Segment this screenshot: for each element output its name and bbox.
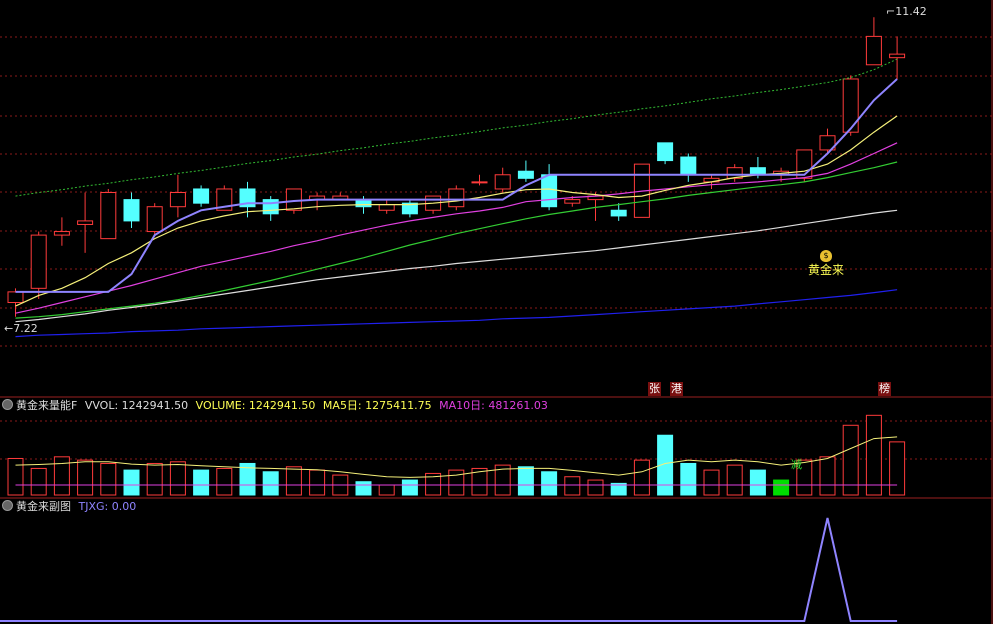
volume-bar xyxy=(865,414,882,496)
candle-body xyxy=(146,206,163,233)
volume-panel-header: 黄金来量能F VVOL: 1242941.50 VOLUME: 1242941.… xyxy=(2,399,548,413)
signal-label: $ 黄金来 xyxy=(808,250,844,277)
candle-body xyxy=(564,199,581,204)
signal-text: 黄金来 xyxy=(808,263,845,277)
volume-label: VOLUME: 1242941.50 xyxy=(195,399,316,412)
volume-bar xyxy=(77,459,94,496)
volume-bar xyxy=(401,479,418,496)
candle-body xyxy=(680,156,697,176)
volume-bar xyxy=(633,459,650,496)
stock-chart[interactable] xyxy=(0,0,993,624)
candle-body xyxy=(749,167,766,176)
volume-panel-name[interactable]: 黄金来量能F xyxy=(16,399,77,412)
vvol-label: VVOL: 1242941.50 xyxy=(84,399,189,412)
volume-bar xyxy=(7,457,24,496)
volume-bar xyxy=(541,471,558,496)
volume-bar xyxy=(726,464,743,496)
volume-bar xyxy=(773,479,790,496)
gear-icon[interactable] xyxy=(2,500,13,511)
candle-body xyxy=(657,142,674,162)
tjxg-label: TJXG: 0.00 xyxy=(78,500,137,513)
tjxg-line xyxy=(0,517,898,622)
volume-bar xyxy=(30,467,47,496)
candle-body xyxy=(378,204,395,211)
candle-body xyxy=(889,53,906,59)
candle-body xyxy=(7,291,24,304)
marker-bang: 榜 xyxy=(878,382,891,396)
volume-bar xyxy=(819,456,836,496)
volume-bar xyxy=(123,469,140,496)
high-price-label: ⌐11.42 xyxy=(886,5,927,18)
volume-bar xyxy=(587,479,604,496)
candle-body xyxy=(53,231,70,236)
volume-bar xyxy=(169,461,186,496)
volume-bar xyxy=(517,466,534,496)
marker-gang: 港 xyxy=(670,382,683,396)
candle-body xyxy=(517,170,534,179)
sub-panel-name[interactable]: 黄金来副图 xyxy=(16,500,71,513)
volume-bar xyxy=(53,456,70,496)
candle-body xyxy=(123,199,140,222)
candle-body xyxy=(30,234,47,289)
sub-panel-header: 黄金来副图 TJXG: 0.00 xyxy=(2,500,136,514)
candlestick-series xyxy=(7,17,906,317)
candle-body xyxy=(541,174,558,208)
marker-zhang: 张 xyxy=(648,382,661,396)
volume-bar xyxy=(448,469,465,496)
candle-body xyxy=(842,78,859,133)
volume-bar xyxy=(889,441,906,496)
candle-body xyxy=(471,181,488,184)
volume-bar xyxy=(355,481,372,496)
low-arrow-icon: ← xyxy=(4,322,14,335)
candle-body xyxy=(610,209,627,217)
candle-body xyxy=(169,192,186,208)
volume-bar xyxy=(216,467,233,496)
volume-bar xyxy=(680,462,697,496)
candle-body xyxy=(100,192,117,240)
volume-bar xyxy=(703,469,720,496)
high-arrow-icon: ⌐ xyxy=(886,5,896,18)
candle-body xyxy=(355,199,372,208)
ma5-label: MA5日: 1275411.75 xyxy=(322,399,432,412)
gear-icon[interactable] xyxy=(2,399,13,410)
volume-bar xyxy=(564,476,581,496)
volume-bar xyxy=(749,469,766,496)
volume-bar xyxy=(146,462,163,496)
ma10-label: MA10日: 481261.03 xyxy=(439,399,548,412)
volume-bar xyxy=(309,469,326,496)
volume-bar xyxy=(262,471,279,496)
candle-body xyxy=(193,188,210,204)
candle-body xyxy=(285,188,302,211)
volume-bar xyxy=(378,484,395,496)
money-bag-icon: $ xyxy=(820,250,832,262)
volume-bar xyxy=(285,466,302,496)
volume-mark: 减 xyxy=(791,458,802,471)
volume-bars xyxy=(7,414,906,496)
tjxg-series xyxy=(0,517,898,622)
candle-body xyxy=(494,174,511,190)
volume-bar xyxy=(193,469,210,496)
ma-green-line xyxy=(15,161,898,319)
candle-body xyxy=(448,188,465,208)
candle-body xyxy=(77,220,94,225)
volume-bar xyxy=(100,462,117,496)
low-price-label: ←7.22 xyxy=(4,322,38,335)
ma-blue-line xyxy=(15,289,898,338)
candle-body xyxy=(865,35,882,66)
